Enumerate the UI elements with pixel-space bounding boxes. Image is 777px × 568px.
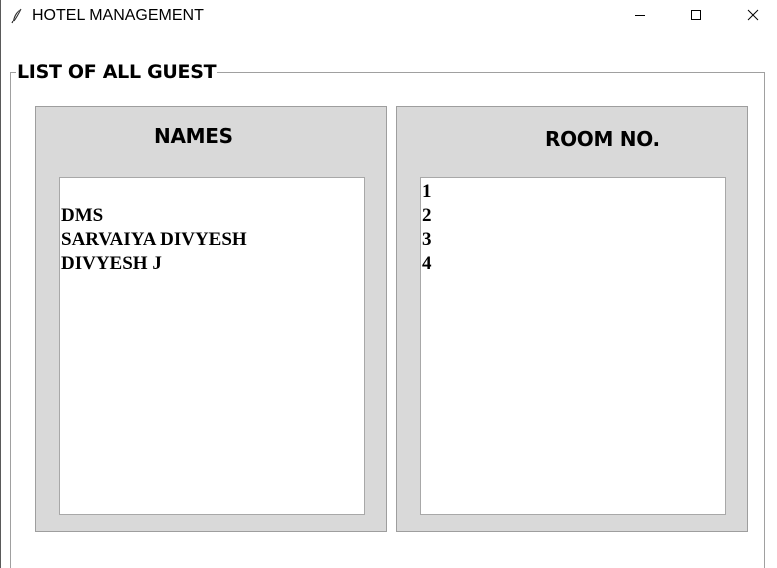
room-no-header: ROOM NO. bbox=[545, 127, 660, 151]
names-header: NAMES bbox=[154, 124, 233, 148]
list-item[interactable]: SARVAIYA DIVYESH bbox=[61, 228, 364, 252]
window-title: HOTEL MANAGEMENT bbox=[32, 7, 204, 24]
minimize-button[interactable] bbox=[617, 0, 663, 33]
title-bar[interactable]: HOTEL MANAGEMENT bbox=[1, 0, 777, 33]
close-button[interactable] bbox=[730, 0, 776, 33]
close-icon bbox=[747, 8, 759, 26]
list-item[interactable]: DMS bbox=[61, 204, 364, 228]
list-item[interactable]: 2 bbox=[422, 204, 725, 228]
list-item[interactable]: DIVYESH J bbox=[61, 252, 364, 276]
names-listbox[interactable]: DMS SARVAIYA DIVYESH DIVYESH J bbox=[59, 177, 365, 515]
list-item[interactable]: 4 bbox=[422, 252, 725, 276]
rooms-listbox[interactable]: 1 2 3 4 bbox=[420, 177, 726, 515]
app-window: HOTEL MANAGEMENT LIST OF ALL GUEST NAMES bbox=[0, 0, 777, 568]
names-panel: NAMES DMS SARVAIYA DIVYESH DIVYESH J bbox=[35, 106, 387, 532]
maximize-button[interactable] bbox=[673, 0, 719, 33]
list-item[interactable]: 3 bbox=[422, 228, 725, 252]
rooms-panel: ROOM NO. 1 2 3 4 bbox=[396, 106, 748, 532]
maximize-icon bbox=[690, 8, 702, 26]
guest-list-label: LIST OF ALL GUEST bbox=[16, 61, 218, 83]
feather-icon bbox=[10, 8, 24, 24]
minimize-icon bbox=[634, 8, 646, 26]
list-item[interactable] bbox=[61, 180, 364, 204]
list-item[interactable]: 1 bbox=[422, 180, 725, 204]
